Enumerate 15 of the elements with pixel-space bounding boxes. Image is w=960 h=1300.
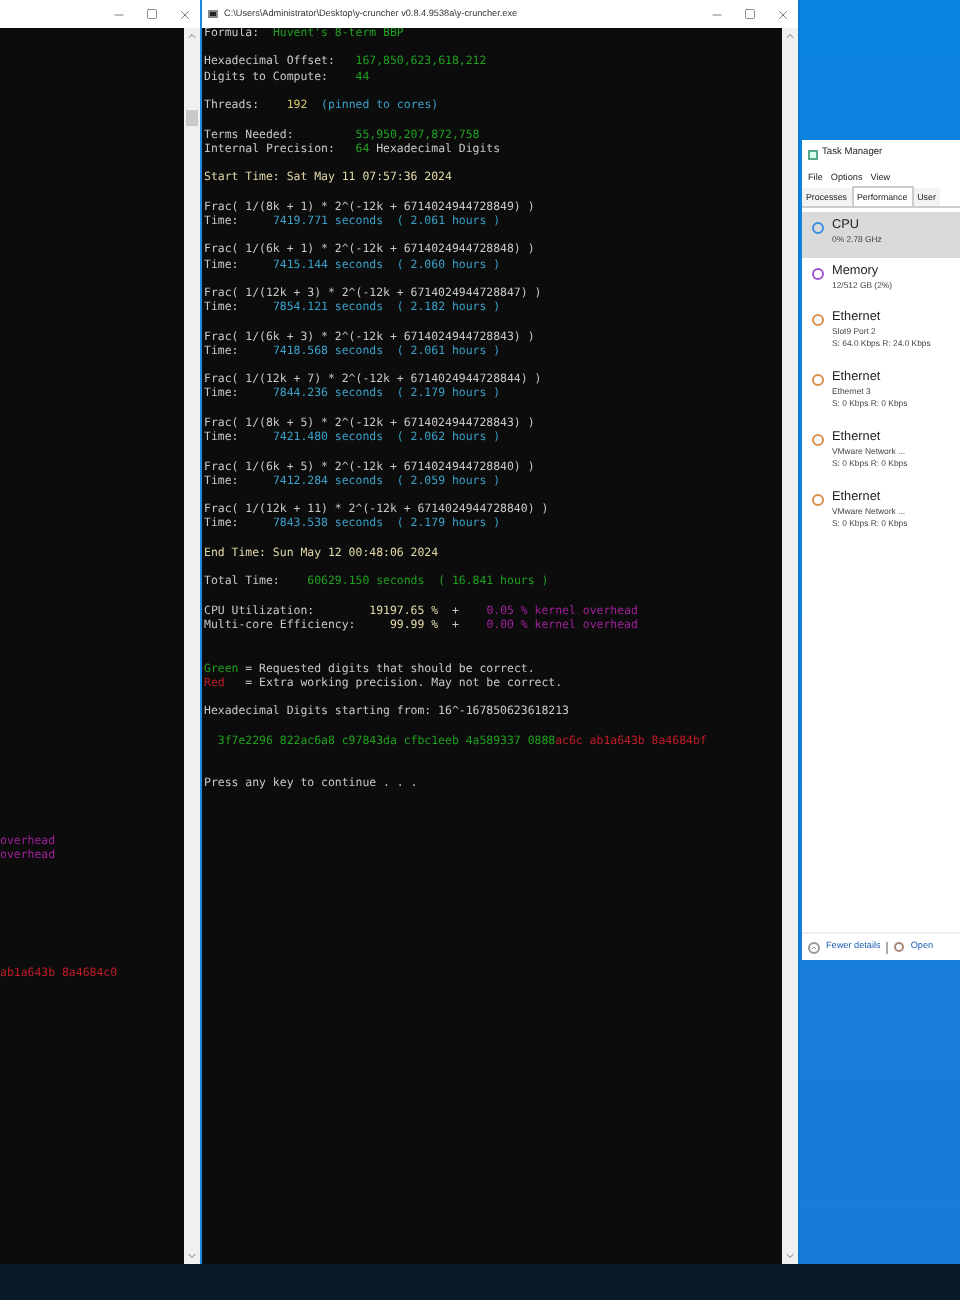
scrollbar[interactable] [184,28,200,1264]
scrollbar-thumb[interactable] [186,110,198,126]
scroll-down-icon[interactable] [784,1250,796,1262]
scroll-up-icon[interactable] [784,30,796,42]
close-button[interactable] [776,7,790,21]
scroll-down-icon[interactable] [186,1250,198,1262]
maximize-button[interactable] [146,8,158,20]
task-manager-icon [808,149,818,159]
close-button[interactable] [178,7,192,21]
gauge-icon [894,942,905,952]
scroll-up-icon[interactable] [186,30,198,42]
console-icon [208,10,218,18]
scrollbar[interactable] [782,28,798,1264]
collapse-icon[interactable] [808,941,820,953]
maximize-button[interactable] [744,8,756,20]
